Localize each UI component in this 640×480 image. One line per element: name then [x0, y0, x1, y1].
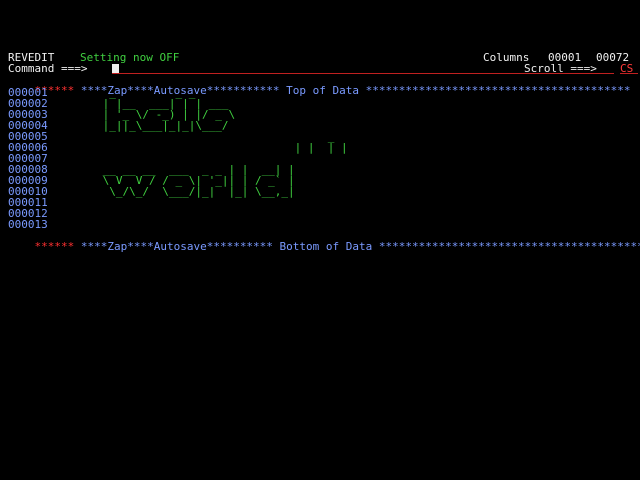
columns-label: Columns	[483, 51, 530, 64]
data-line[interactable]: 000006 | | | |	[8, 142, 640, 153]
scroll-label: Scroll ===>	[524, 62, 597, 75]
data-lines: 000001 _ _ _ 000002 | |__ ___| | | ___ 000…	[8, 87, 640, 230]
line-content[interactable]: \_/\_/ \___/|_| |_| \__,_|	[96, 186, 294, 197]
line-number[interactable]: 000013	[8, 219, 48, 230]
command-row: Command ===> Scroll ===> CS	[8, 63, 640, 74]
command-label: Command ===>	[8, 62, 88, 75]
line-content[interactable]: | | | |	[96, 142, 348, 153]
bottom-marker-stars: ******	[34, 240, 75, 253]
bottom-marker-text: ****Zap****Autosave********** Bottom of …	[74, 240, 640, 253]
data-line[interactable]: 000012	[8, 208, 640, 219]
status-message: Setting now OFF	[80, 51, 180, 64]
data-line[interactable]: 000011	[8, 197, 640, 208]
data-line[interactable]: 000010 \_/\_/ \___/|_| |_| \__,_|	[8, 186, 640, 197]
top-of-data-row: ****** ****Zap****Autosave*********** To…	[8, 74, 640, 96]
terminal-screen: REVEDIT Setting now OFF Columns 00001 00…	[8, 51, 640, 252]
data-line[interactable]: 000013	[8, 219, 640, 230]
bottom-of-data-row: ****** ****Zap****Autosave********** Bot…	[8, 230, 640, 252]
